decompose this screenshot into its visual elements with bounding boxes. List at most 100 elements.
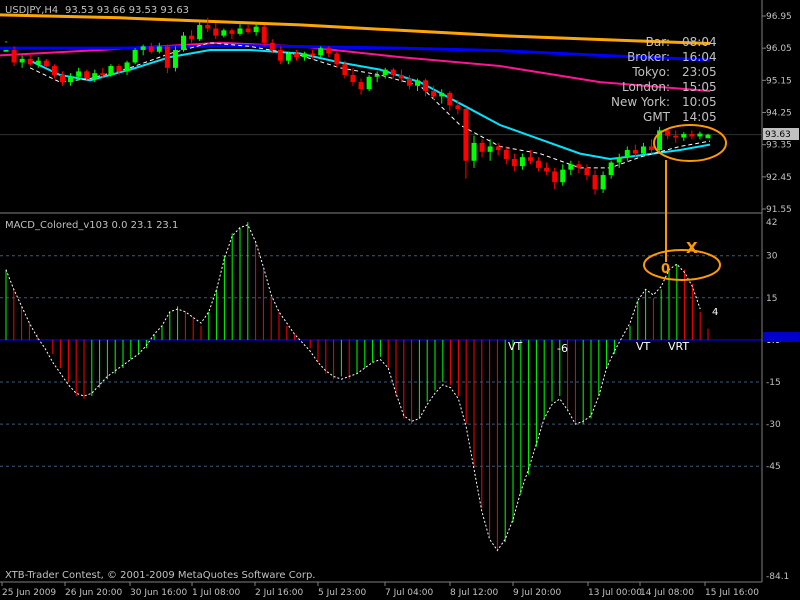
candle-bear (463, 108, 469, 161)
macd-label-vt-1: VT (508, 340, 523, 353)
candle-bull (439, 92, 445, 97)
candle-bull (3, 49, 9, 52)
candle-bull (140, 46, 146, 50)
info-label-broker: Broker: (627, 50, 670, 64)
macd-label-vt-2: VT (636, 340, 651, 353)
current-price-label: 93.63 (765, 130, 791, 140)
candle-bear (649, 146, 655, 151)
indicator-label: MACD_Colored_v103 0.0 23.1 23.1 (5, 220, 178, 231)
candle-bear (495, 146, 501, 151)
candle-bull (197, 24, 203, 40)
candle-bull (156, 46, 162, 52)
candle-bear (326, 48, 332, 54)
time-tick-label: 13 Jul 00:00 (588, 588, 642, 598)
macd-label-minus6: -6 (557, 342, 568, 355)
candle-bull (181, 35, 187, 50)
candle-bull (366, 76, 372, 90)
price-tick-label: 95.15 (766, 76, 792, 86)
candle-bear (511, 158, 517, 167)
price-tick-label: 93.35 (766, 141, 792, 151)
info-value-broker: 16:04 (682, 50, 717, 64)
macd-zero-box (763, 332, 799, 342)
candle-bull (568, 164, 574, 170)
macd-tick-label: 30 (766, 252, 778, 262)
candle-bear (261, 26, 267, 43)
candle-bear (536, 160, 542, 168)
candle-bear (189, 35, 195, 40)
info-value-bar: 08:04 (682, 35, 717, 49)
candle-bear (84, 71, 90, 79)
candle-bull (124, 62, 130, 72)
candle-bear (390, 69, 396, 75)
candle-bull (519, 157, 525, 167)
candle-bear (11, 49, 17, 63)
info-label-london: London: (622, 80, 670, 94)
price-tick-label: 92.45 (766, 173, 792, 183)
candle-bear (51, 66, 57, 75)
candle-bear (423, 80, 429, 92)
info-value-newyork: 10:05 (682, 95, 717, 109)
candle-bear (398, 74, 404, 79)
candle-bull (640, 146, 646, 154)
info-value-gmt: 14:05 (682, 110, 717, 124)
candle-bull (221, 30, 227, 36)
macd-tick-label: 42 (766, 218, 777, 228)
ohlc-label: 93.53 93.66 93.53 93.63 (65, 5, 189, 16)
candle-bear (116, 66, 122, 72)
candle-bear (406, 78, 412, 86)
time-tick-label: 26 Jun 20:00 (65, 588, 122, 598)
chart-root: 96.95 96.05 95.15 94.25 93.35 92.45 91.55 42 30… (0, 0, 800, 600)
candle-bear (431, 91, 437, 97)
candle-bear (592, 175, 598, 190)
chart-background (0, 0, 800, 600)
info-label-newyork: New York: (611, 95, 670, 109)
candle-bull (415, 80, 421, 86)
candle-bull (302, 53, 308, 58)
candle-bear (576, 164, 582, 168)
candle-bull (318, 48, 324, 56)
candle-bear (479, 142, 485, 152)
info-label-gmt: GMT (643, 110, 671, 124)
candle-bear (293, 53, 299, 58)
candle-bull (172, 49, 178, 68)
price-tick-label: 91.55 (766, 205, 792, 215)
candle-bear (455, 105, 461, 109)
candle-bear (164, 46, 170, 68)
candle-bear (245, 28, 251, 33)
candle-bull (616, 157, 622, 163)
annotation-marker-o: 0 (661, 262, 670, 277)
macd-label-vrt: VRT (668, 340, 689, 353)
time-tick-label: 5 Jul 23:00 (318, 588, 367, 598)
price-tick-label: 96.05 (766, 44, 792, 54)
candle-bull (471, 142, 477, 161)
candle-bull (19, 58, 25, 63)
price-tick-label: 96.95 (766, 12, 792, 22)
candle-bull (253, 26, 259, 33)
candle-bear (59, 74, 65, 83)
candle-bear (632, 150, 638, 154)
time-tick-label: 15 Jul 16:00 (705, 588, 759, 598)
candle-bull (132, 49, 138, 63)
candle-bear (27, 58, 33, 65)
candle-bear (527, 157, 533, 161)
candle-bear (689, 133, 695, 137)
time-tick-label: 2 Jul 16:00 (255, 588, 304, 598)
candle-bear (665, 130, 671, 136)
time-tick-label: 9 Jul 20:00 (513, 588, 562, 598)
info-value-london: 15:05 (682, 80, 717, 94)
macd-tick-label: -45 (766, 462, 781, 472)
candle-bear (277, 49, 283, 61)
symbol-label: USDJPY,H4 (5, 5, 58, 16)
time-tick-label: 25 Jun 2009 (2, 588, 56, 598)
candle-bull (92, 73, 98, 79)
candle-bull (68, 76, 74, 83)
macd-tick-label: -15 (766, 378, 781, 388)
candle-bull (487, 146, 493, 152)
time-tick-label: 1 Jul 08:00 (192, 588, 241, 598)
candle-bull (624, 150, 630, 158)
time-tick-label: 7 Jul 04:00 (385, 588, 434, 598)
candle-bull (285, 53, 291, 61)
macd-tick-label: -84.1 (766, 572, 789, 582)
candle-bull (600, 175, 606, 190)
macd-tick-label: 15 (766, 294, 777, 304)
